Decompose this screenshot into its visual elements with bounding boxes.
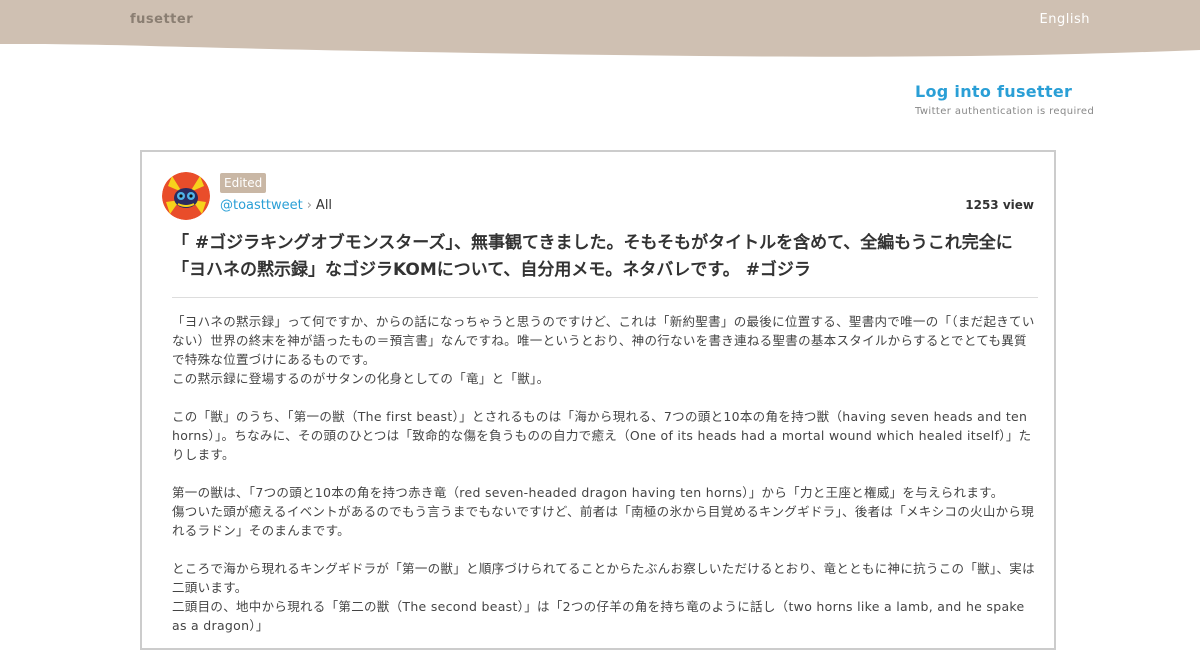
post-paragraph: この黙示録に登場するのがサタンの化身としての「竜」と「獣」。 (172, 371, 550, 386)
post-paragraph: 傷ついた頭が癒えるイベントがあるのでもう言うまでもないですけど、前者は「南極の氷… (172, 504, 1035, 538)
post-meta: @toasttweet › All (220, 198, 332, 213)
language-switch-link[interactable]: English (1040, 12, 1090, 27)
post-card: Edited @toasttweet › All 1253 view 「 #ゴジラキ… (140, 150, 1056, 650)
login-auth-note: Twitter authentication is required (915, 106, 1095, 117)
top-navigation-bar: fusetter English (0, 0, 1200, 60)
post-paragraph: 「ヨハネの黙示録」って何ですか、からの話になっちゃうと思うのですけど、これは「新… (172, 314, 1035, 367)
post-paragraph: 二頭目の、地中から現れる「第二の獣（The second beast）」は「2つ… (172, 599, 1025, 633)
post-paragraph: ところで海から現れるキングギドラが「第一の獣」と順序づけられてることからたぶんお… (172, 561, 1035, 595)
avatar-image-icon (162, 172, 210, 220)
brand-logo-link[interactable]: fusetter (130, 12, 193, 27)
avatar[interactable] (162, 172, 210, 220)
post-body: 「ヨハネの黙示録」って何ですか、からの話になっちゃうと思うのですけど、これは「新… (172, 312, 1038, 635)
post-paragraph: 第一の獣は、「7つの頭と10本の角を持つ赤き竜（red seven-headed… (172, 485, 1004, 500)
chevron-right-icon: › (306, 198, 312, 213)
post-paragraph: この「獣」のうち、「第一の獣（The first beast）」とされるものは「… (172, 409, 1032, 462)
post-title: 「 #ゴジラキングオブモンスターズ」、無事観てきました。そもそもがタイトルを含め… (172, 233, 1013, 280)
title-divider (172, 297, 1038, 298)
author-username-link[interactable]: @toasttweet (220, 198, 303, 213)
login-link[interactable]: Log into fusetter (915, 82, 1094, 101)
view-count: 1253 view (965, 198, 1034, 212)
edited-badge: Edited (220, 173, 267, 193)
login-panel: Log into fusetter Twitter authentication… (915, 82, 1094, 117)
wave-header-shape (0, 0, 1200, 57)
visibility-scope: All (315, 198, 333, 213)
